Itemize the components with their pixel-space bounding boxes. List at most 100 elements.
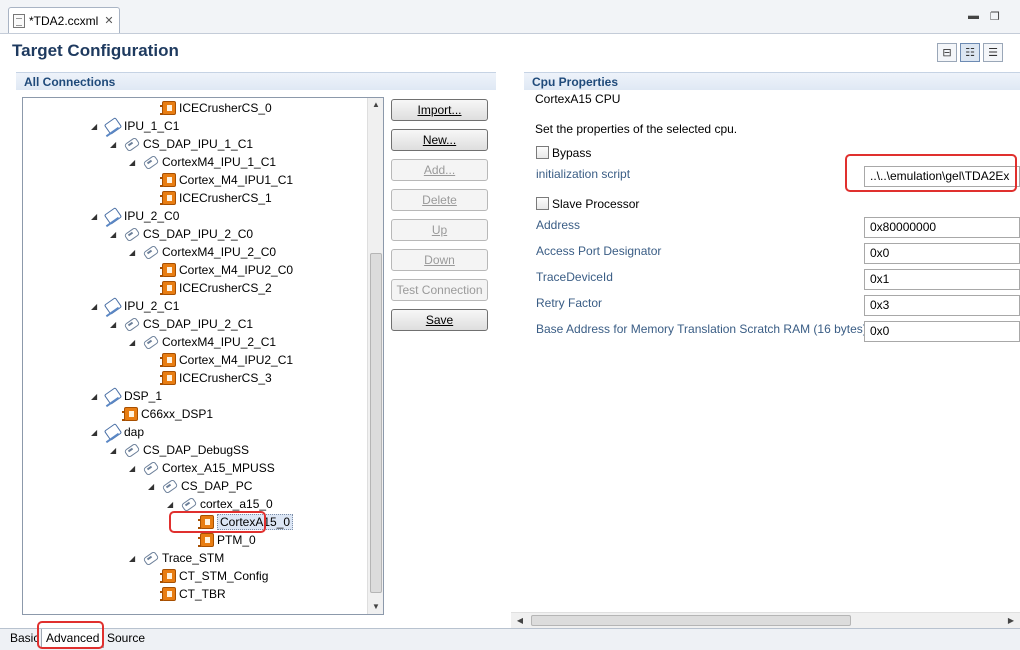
tree-scrollbar[interactable]: ▲ ▼: [367, 98, 383, 614]
tree-item-cs-dap-ipu-2-c1[interactable]: ◢ CS_DAP_IPU_2_C1: [110, 315, 253, 333]
scroll-up-icon[interactable]: ▲: [368, 98, 384, 112]
router-icon: [181, 497, 197, 511]
add-button[interactable]: Add...: [391, 159, 488, 181]
router-icon: [124, 227, 140, 241]
minimize-icon[interactable]: ▬: [968, 10, 979, 22]
tree-item-icecrushercs-2[interactable]: ICECrusherCS_2: [148, 279, 272, 297]
tree-item-ipu-2-c0[interactable]: ◢ IPU_2_C0: [91, 207, 179, 225]
slave-processor-checkbox[interactable]: [536, 197, 549, 210]
expand-arrow-icon[interactable]: ◢: [91, 392, 101, 401]
tree-item-cortexm4-ipu-1-c1[interactable]: ◢ CortexM4_IPU_1_C1: [129, 153, 276, 171]
new-button[interactable]: New...: [391, 129, 488, 151]
tree-item-cortex-m4-ipu2-c0[interactable]: Cortex_M4_IPU2_C0: [148, 261, 293, 279]
router-icon: [124, 317, 140, 331]
expand-arrow-icon[interactable]: ◢: [129, 554, 139, 563]
tree-item-ipu-2-c1[interactable]: ◢ IPU_2_C1: [91, 297, 179, 315]
connections-tree[interactable]: ICECrusherCS_0 ◢ IPU_1_C1 ◢ CS_DAP_IPU_1_C1 ◢…: [22, 97, 384, 615]
tree-item-dsp-1[interactable]: ◢ DSP_1: [91, 387, 162, 405]
expand-arrow-icon[interactable]: ◢: [91, 212, 101, 221]
init-script-input[interactable]: ..\..\emulation\gel\TDA2Ex: [864, 166, 1020, 187]
bypass-checkbox[interactable]: [536, 146, 549, 159]
access-port-input[interactable]: 0x0: [864, 243, 1020, 264]
expand-arrow-icon[interactable]: ◢: [91, 428, 101, 437]
tree-item-label: CortexM4_IPU_2_C1: [162, 335, 277, 349]
delete-button[interactable]: Delete: [391, 189, 488, 211]
tree-item-label: Trace_STM: [162, 551, 225, 565]
hscroll-thumb[interactable]: [531, 615, 851, 626]
tree-item-cortexa15-0[interactable]: CortexA15_0: [186, 513, 294, 531]
tree-item-ptm-0[interactable]: PTM_0: [186, 531, 256, 549]
tree-item-cortex-a15-mpuss[interactable]: ◢ Cortex_A15_MPUSS: [129, 459, 275, 477]
properties-hscrollbar[interactable]: ◀ ▶: [511, 612, 1020, 628]
tree-item-label: dap: [124, 425, 145, 439]
tree-item-cortexm4-ipu-2-c1[interactable]: ◢ CortexM4_IPU_2_C1: [129, 333, 276, 351]
tree-item-ipu-1-c1[interactable]: ◢ IPU_1_C1: [91, 117, 179, 135]
expand-arrow-icon[interactable]: ◢: [91, 302, 101, 311]
page-title: Target Configuration: [12, 41, 179, 60]
expand-arrow-icon[interactable]: ◢: [129, 248, 139, 257]
address-input[interactable]: 0x80000000: [864, 217, 1020, 238]
restore-icon[interactable]: ❐: [990, 10, 1000, 23]
test-connection-button[interactable]: Test Connection: [391, 279, 488, 301]
tree-item-dap[interactable]: ◢ dap: [91, 423, 144, 441]
tree-item-c66xx-dsp1[interactable]: C66xx_DSP1: [110, 405, 213, 423]
tree-item-ct-tbr[interactable]: CT_TBR: [148, 585, 226, 603]
expand-arrow-icon[interactable]: ◢: [167, 500, 177, 509]
bottom-tab-bar: [0, 628, 1020, 650]
cpu-icon: [160, 281, 176, 295]
scroll-left-icon[interactable]: ◀: [513, 613, 527, 629]
save-button[interactable]: Save: [391, 309, 488, 331]
expand-arrow-icon[interactable]: ◢: [110, 230, 120, 239]
tree-item-cs-dap-pc[interactable]: ◢ CS_DAP_PC: [148, 477, 252, 495]
scroll-right-icon[interactable]: ▶: [1004, 613, 1018, 629]
router-icon: [124, 443, 140, 457]
tree-item-cs-dap-debugss[interactable]: ◢ CS_DAP_DebugSS: [110, 441, 249, 459]
bypass-label: Bypass: [552, 146, 592, 160]
up-button[interactable]: Up: [391, 219, 488, 241]
cpu-name: CortexA15 CPU: [535, 92, 621, 106]
tree-item-icecrushercs-1[interactable]: ICECrusherCS_1: [148, 189, 272, 207]
expand-arrow-icon[interactable]: ◢: [129, 338, 139, 347]
cpu-icon: [122, 407, 138, 421]
expand-arrow-icon[interactable]: ◢: [129, 464, 139, 473]
connection-icon: [105, 425, 121, 439]
trace-device-id-input[interactable]: 0x1: [864, 269, 1020, 290]
collapse-view-icon[interactable]: ⊟: [937, 43, 957, 62]
tree-item-label: cortex_a15_0: [200, 497, 273, 511]
tree-item-cortex-a15-0[interactable]: ◢ cortex_a15_0: [167, 495, 273, 513]
tree-item-cortex-m4-ipu1-c1[interactable]: Cortex_M4_IPU1_C1: [148, 171, 293, 189]
expand-arrow-icon[interactable]: ◢: [129, 158, 139, 167]
list-view-icon[interactable]: ☰: [983, 43, 1003, 62]
tree-item-label: ICECrusherCS_1: [179, 191, 272, 205]
cpu-properties-header: Cpu Properties: [524, 72, 1020, 90]
tree-item-cortex-m4-ipu2-c1[interactable]: Cortex_M4_IPU2_C1: [148, 351, 293, 369]
scroll-thumb[interactable]: [370, 253, 382, 593]
tree-item-cs-dap-ipu-1-c1[interactable]: ◢ CS_DAP_IPU_1_C1: [110, 135, 253, 153]
connection-icon: [105, 299, 121, 313]
split-view-icon[interactable]: ☷: [960, 43, 980, 62]
base-address-input[interactable]: 0x0: [864, 321, 1020, 342]
retry-factor-input[interactable]: 0x3: [864, 295, 1020, 316]
import-button[interactable]: Import...: [391, 99, 488, 121]
expand-arrow-icon[interactable]: ◢: [110, 320, 120, 329]
tab-advanced[interactable]: Advanced: [41, 629, 105, 648]
tab-basic[interactable]: Basic: [6, 629, 43, 648]
tree-item-ct-stm-config[interactable]: CT_STM_Config: [148, 567, 268, 585]
scroll-down-icon[interactable]: ▼: [368, 600, 384, 614]
close-icon[interactable]: ✕: [104, 14, 113, 27]
expand-arrow-icon[interactable]: ◢: [110, 446, 120, 455]
tree-item-icecrushercs-3[interactable]: ICECrusherCS_3: [148, 369, 272, 387]
tree-item-cs-dap-ipu-2-c0[interactable]: ◢ CS_DAP_IPU_2_C0: [110, 225, 253, 243]
tree-item-label: CS_DAP_IPU_2_C0: [143, 227, 254, 241]
expand-arrow-icon[interactable]: ◢: [91, 122, 101, 131]
expand-arrow-icon[interactable]: ◢: [110, 140, 120, 149]
down-button[interactable]: Down: [391, 249, 488, 271]
tab-source[interactable]: Source: [103, 629, 149, 648]
tree-item-icecrushercs-0[interactable]: ICECrusherCS_0: [148, 99, 272, 117]
expand-arrow-icon[interactable]: ◢: [148, 482, 158, 491]
tree-item-cortexm4-ipu-2-c0[interactable]: ◢ CortexM4_IPU_2_C0: [129, 243, 276, 261]
tree-item-label: ICECrusherCS_3: [179, 371, 272, 385]
cpu-icon: [160, 587, 176, 601]
tree-item-trace-stm[interactable]: ◢ Trace_STM: [129, 549, 224, 567]
editor-tab-tda2[interactable]: *TDA2.ccxml ✕: [8, 7, 120, 33]
